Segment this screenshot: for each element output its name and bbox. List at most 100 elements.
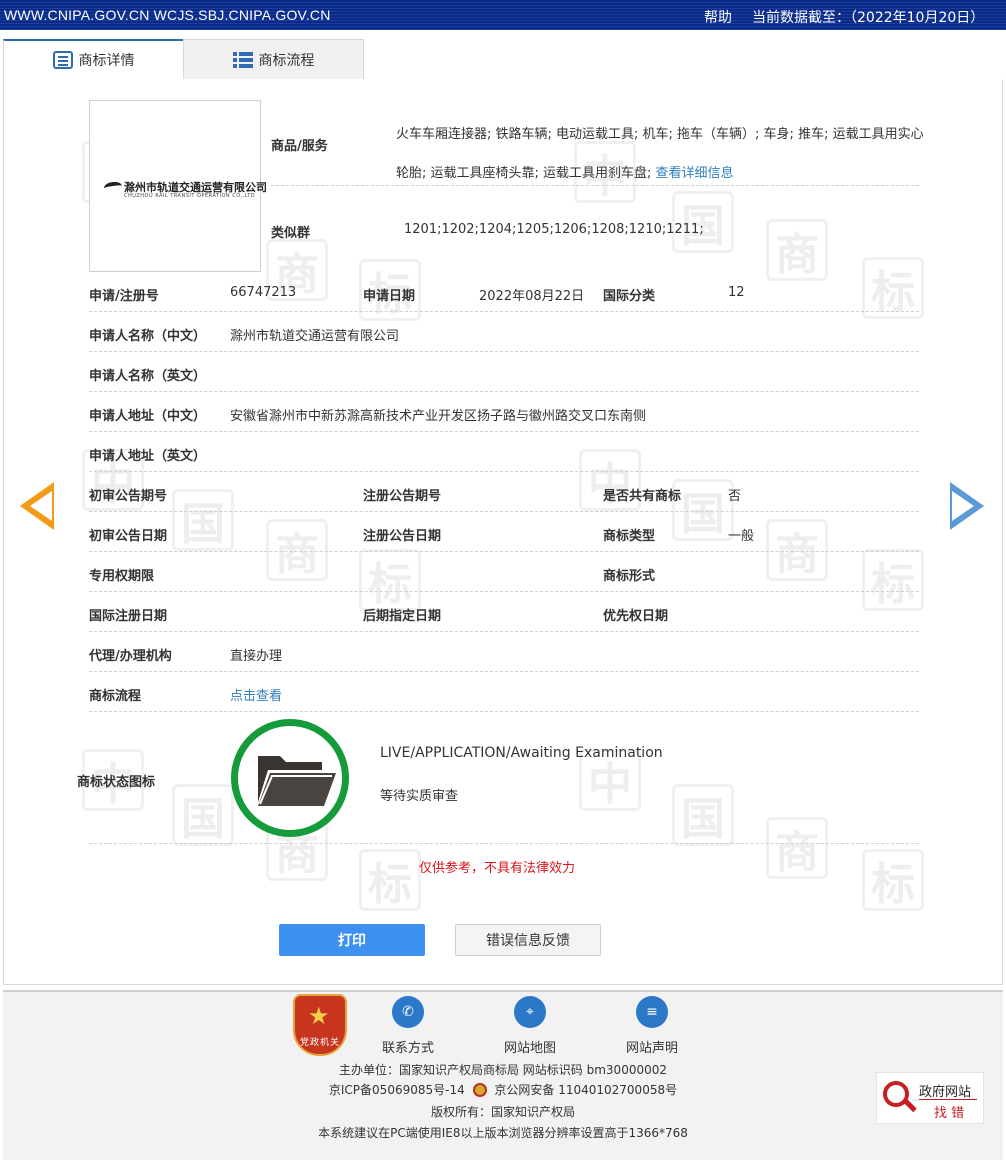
gov-label: 政府网站: [919, 1085, 972, 1100]
similar-group-label: 类似群: [271, 226, 311, 241]
type-value: 一般: [728, 529, 755, 544]
status-icon: [231, 719, 349, 837]
document-icon: ≡: [636, 996, 668, 1028]
address-cn-label: 申请人地址（中文）: [89, 409, 207, 424]
emblem-icon: ★: [308, 1002, 330, 1030]
watermark: 标: [862, 549, 924, 611]
apply-date-value: 2022年08月22日: [479, 289, 585, 304]
applicant-en-label: 申请人名称（英文）: [89, 369, 207, 384]
icp-number[interactable]: 京ICP备05069085号-14: [329, 1083, 465, 1097]
divider: [89, 711, 919, 712]
map-icon: ⌖: [514, 996, 546, 1028]
legal-notice: 仅供参考，不具有法律效力: [419, 861, 576, 876]
footer: ★ 党政机关 ✆ 联系方式 ⌖ 网站地图 ≡ 网站声明 主办单位：国家知识产权局…: [3, 990, 1003, 1160]
sitemap-link[interactable]: ⌖ 网站地图: [485, 996, 575, 1056]
contact-link[interactable]: ✆ 联系方式: [363, 996, 453, 1056]
divider: [89, 431, 919, 432]
divider: [89, 471, 919, 472]
divider: [89, 511, 919, 512]
gov-site-error-report[interactable]: 政府网站 找 错: [876, 1072, 984, 1124]
party-government-badge[interactable]: ★ 党政机关: [293, 994, 347, 1056]
badge-label: 党政机关: [299, 1038, 340, 1048]
applicant-cn-label: 申请人名称（中文）: [89, 329, 207, 344]
prelim-no-label: 初审公告期号: [89, 489, 168, 504]
form-label: 商标形式: [603, 569, 656, 584]
status-icon-label: 商标状态图标: [77, 775, 156, 790]
goods-label: 商品/服务: [271, 139, 328, 154]
watermark: 标: [359, 849, 421, 911]
logo-english-name: CHUZHOU RAIL TRANSIT OPERATION CO.,LTD: [124, 193, 256, 199]
watermark: 国: [172, 489, 234, 551]
list-icon: [232, 51, 253, 69]
watermark: 标: [359, 549, 421, 611]
shared-value: 否: [728, 489, 742, 504]
intl-class-label: 国际分类: [603, 289, 656, 304]
police-record[interactable]: 京公网安备 11040102700058号: [494, 1083, 677, 1097]
contact-label: 联系方式: [381, 1041, 434, 1056]
watermark: 标: [862, 257, 924, 319]
help-link[interactable]: 帮助: [704, 7, 732, 27]
watermark: 标: [862, 849, 924, 911]
similar-group-value: 1201;1202;1204;1205;1206;1208;1210;1211;: [404, 222, 704, 237]
watermark: 商: [766, 519, 828, 581]
divider: [89, 551, 919, 552]
data-as-of: 当前数据截至：（2022年10月20日）: [752, 10, 985, 26]
apply-date-label: 申请日期: [363, 289, 416, 304]
reg-no-label: 申请/注册号: [89, 289, 159, 304]
tab-label: 商标流程: [258, 52, 315, 69]
divider: [271, 185, 919, 186]
divider: [89, 631, 919, 632]
previous-arrow-icon[interactable]: [20, 482, 54, 530]
divider: [89, 351, 919, 352]
status-chinese: 等待实质审查: [380, 789, 459, 804]
browser-advice-line: 本系统建议在PC端使用IE8以上版本浏览器分辨率设置高于1366*768: [318, 1126, 688, 1140]
copyright-line: 版权所有：国家知识产权局: [430, 1105, 575, 1119]
watermark: 商: [766, 817, 828, 879]
flow-label: 商标流程: [89, 689, 142, 704]
print-button[interactable]: 打印: [279, 924, 425, 956]
statement-link[interactable]: ≡ 网站声明: [607, 996, 697, 1056]
applicant-cn-value: 滁州市轨道交通运营有限公司: [230, 329, 400, 344]
divider: [89, 311, 919, 312]
priority-date-label: 优先权日期: [603, 609, 669, 624]
tab-label: 商标详情: [78, 53, 135, 69]
divider: [89, 391, 919, 392]
tab-bar: 商标详情 商标流程: [3, 39, 365, 80]
watermark: 国: [672, 784, 734, 846]
view-details-link[interactable]: 查看详细信息: [656, 166, 734, 181]
tab-trademark-details[interactable]: 商标详情: [3, 39, 184, 80]
statement-label: 网站声明: [625, 1041, 678, 1056]
sitemap-label: 网站地图: [503, 1041, 556, 1056]
watermark: 国: [172, 784, 234, 846]
site-urls: WWW.CNIPA.GOV.CN WCJS.SBJ.CNIPA.GOV.CN: [4, 7, 331, 23]
sponsor-line: 主办单位：国家知识产权局商标局 网站标识码 bm30000002: [338, 1063, 667, 1077]
swoosh-icon: [103, 180, 123, 194]
watermark: 商: [266, 519, 328, 581]
icp-line: 京ICP备05069085号-14 京公网安备 11040102700058号: [3, 1081, 1003, 1098]
view-flow-link[interactable]: 点击查看: [230, 685, 282, 704]
phone-icon: ✆: [392, 996, 424, 1028]
reg-no-value: 66747213: [230, 285, 297, 300]
detail-icon: [52, 51, 73, 69]
prelim-date-label: 初审公告日期: [89, 529, 168, 544]
police-badge-icon: [472, 1083, 487, 1097]
shared-label: 是否共有商标: [603, 489, 682, 504]
find-error-label: 找 错: [934, 1106, 965, 1121]
goods-services: 火车车厢连接器; 铁路车辆; 电动运载工具; 机车; 拖车（车辆）; 车身; 推…: [396, 115, 926, 193]
reg-pub-date-label: 注册公告日期: [363, 529, 442, 544]
watermark: 国: [672, 479, 734, 541]
divider: [89, 591, 919, 592]
address-en-label: 申请人地址（英文）: [89, 449, 207, 464]
watermark: 商: [766, 219, 828, 281]
intl-reg-date-label: 国际注册日期: [89, 609, 168, 624]
agent-value: 直接办理: [230, 649, 283, 664]
divider: [89, 843, 919, 844]
feedback-button[interactable]: 错误信息反馈: [455, 924, 601, 956]
type-label: 商标类型: [603, 529, 656, 544]
status-english: LIVE/APPLICATION/Awaiting Examination: [380, 745, 663, 761]
address-cn-value: 安徽省滁州市中新苏滁高新技术产业开发区扬子路与徽州路交叉口东南侧: [230, 409, 647, 424]
reg-pub-no-label: 注册公告期号: [363, 489, 442, 504]
tab-trademark-process[interactable]: 商标流程: [183, 39, 364, 80]
next-arrow-icon[interactable]: [950, 482, 984, 530]
detail-panel: 中 国 商 标 中 国 商 标 中 国 商 标 中 国 商 标 中 国 商 标 …: [3, 79, 1003, 985]
